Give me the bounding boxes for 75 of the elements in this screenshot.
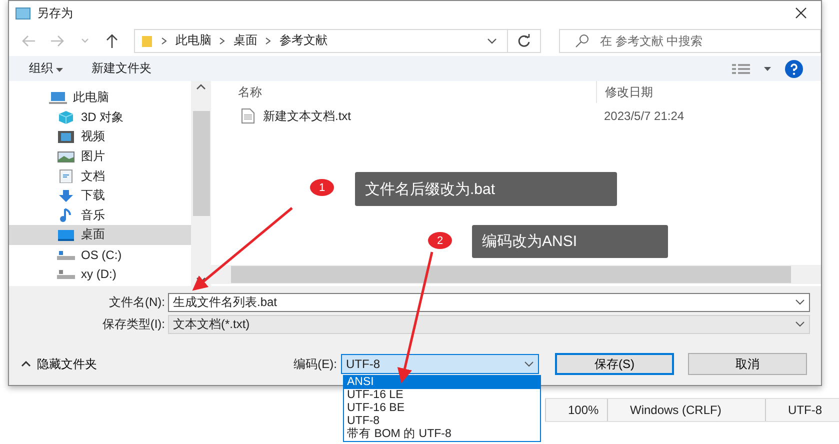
sidebar-item[interactable]: 3D 对象	[9, 108, 191, 128]
sidebar-item[interactable]: 音乐	[9, 206, 191, 226]
caret-icon	[21, 361, 31, 367]
caret-icon	[56, 68, 64, 72]
callout-label: 编码改为ANSI	[472, 225, 668, 258]
computer-icon	[49, 90, 67, 105]
text-file-icon	[241, 108, 255, 124]
field-label: 文件名(N):	[108, 294, 166, 310]
encoding-dropdown[interactable]: UTF-8	[341, 354, 539, 374]
caret-icon[interactable]	[764, 66, 771, 70]
breadcrumb[interactable]: 参考文献	[279, 32, 328, 49]
status-text: Windows (CRLF)	[607, 399, 765, 421]
chevron-icon	[219, 36, 226, 44]
breadcrumb[interactable]: 此电脑	[175, 32, 212, 49]
cancel-button[interactable]: 取消	[688, 353, 807, 375]
status-text: UTF-8	[765, 399, 839, 421]
drive-icon	[57, 267, 75, 282]
organize-menu[interactable]: 组织	[29, 60, 64, 77]
sidebar-item[interactable]: xy (D:)	[9, 264, 191, 284]
encoding-option[interactable]: 带有 BOM 的 UTF-8	[344, 428, 540, 441]
caret-icon	[795, 299, 805, 305]
sidebar-item[interactable]: 桌面	[9, 225, 191, 245]
encoding-option[interactable]: UTF-16 BE	[344, 402, 540, 415]
save-button[interactable]: 保存(S)	[555, 353, 674, 375]
file-date: 2023/5/7 21:24	[603, 109, 684, 123]
field-label: 编码(E):	[294, 356, 337, 372]
window-title: 另存为	[37, 4, 73, 22]
refresh-icon	[517, 34, 532, 48]
scrollbar[interactable]	[191, 81, 211, 286]
scroll-down-icon	[196, 277, 206, 283]
breadcrumb[interactable]: 桌面	[233, 32, 258, 49]
down-arrow-icon	[57, 188, 75, 203]
encoding-option[interactable]: UTF-8	[344, 415, 540, 428]
scroll-thumb[interactable]	[231, 266, 791, 283]
document-icon	[57, 169, 75, 184]
sidebar-item[interactable]: 视频	[9, 127, 191, 147]
cube-icon	[57, 110, 75, 124]
column-header[interactable]: 名称	[211, 84, 596, 100]
view-icon	[732, 62, 750, 74]
sidebar-item[interactable]: 文档	[9, 166, 191, 186]
picture-icon	[57, 150, 75, 164]
refresh-button[interactable]	[508, 28, 541, 52]
chevron-icon	[161, 36, 168, 44]
column-header[interactable]: 修改日期	[596, 81, 653, 103]
encoding-list[interactable]: ANSI UTF-16 LE UTF-16 BE UTF-8 带有 BOM 的 UTF-8	[343, 375, 541, 442]
chevron-down-icon	[80, 38, 89, 43]
file-name[interactable]: 新建文本文档.txt	[263, 108, 352, 124]
help-icon[interactable]	[785, 60, 803, 78]
callout-label: 文件名后缀改为.bat	[355, 172, 617, 206]
address-bar[interactable]: 此电脑 桌面 参考文献	[134, 28, 508, 52]
film-icon	[57, 130, 75, 144]
scroll-thumb[interactable]	[192, 111, 210, 216]
scrollbar[interactable]	[211, 265, 821, 284]
sidebar-item[interactable]: 图片	[9, 146, 191, 166]
new-folder-button[interactable]: 新建文件夹	[91, 60, 152, 77]
chevron-down-icon	[487, 38, 498, 44]
chevron-icon	[265, 36, 272, 44]
sidebar-item[interactable]: 下载	[9, 186, 191, 206]
sidebar-item[interactable]: OS (C:)	[9, 244, 191, 264]
field-label: 保存类型(I):	[101, 316, 166, 332]
window-icon	[15, 6, 31, 20]
encoding-option[interactable]: UTF-16 LE	[344, 389, 540, 402]
scroll-up-icon	[196, 84, 206, 90]
sidebar-item[interactable]: 此电脑	[9, 88, 191, 108]
search-field[interactable]: 在 参考文献 中搜索	[559, 28, 821, 52]
close-icon	[795, 7, 807, 19]
monitor-icon	[57, 228, 75, 242]
encoding-option[interactable]: ANSI	[344, 376, 540, 389]
caret-icon	[795, 321, 805, 327]
caret-icon	[524, 361, 534, 367]
hide-folders-button[interactable]: 隐藏文件夹	[9, 356, 285, 372]
file-type-dropdown[interactable]: 文本文档(*.txt)	[168, 314, 810, 334]
folder-icon	[141, 34, 154, 48]
file-name-field[interactable]: 生成文件名列表.bat	[168, 292, 810, 312]
status-text: 100%	[545, 399, 607, 421]
